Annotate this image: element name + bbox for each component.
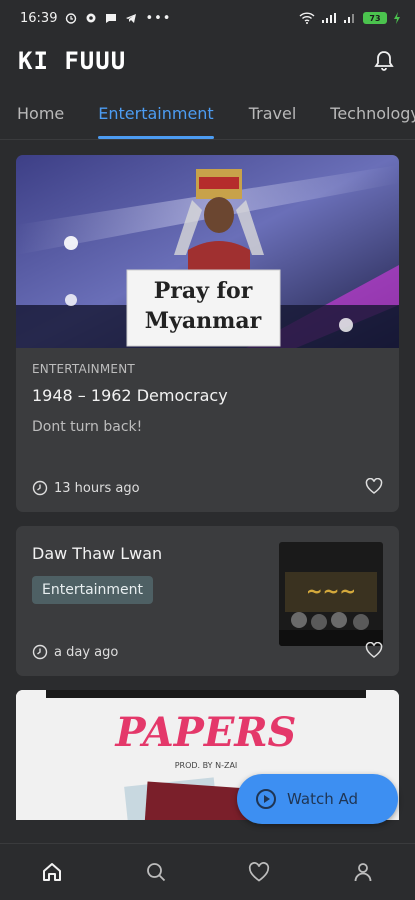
article-thumbnail: ~~~ (279, 542, 383, 646)
person-icon (354, 863, 372, 882)
tab-technology[interactable]: Technology (330, 92, 415, 139)
article-card[interactable]: Daw Thaw Lwan Entertainment ~~~ a day ag… (16, 526, 399, 676)
article-time: 13 hours ago (54, 480, 140, 496)
article-time: a day ago (54, 644, 119, 660)
clock-icon (32, 644, 48, 660)
app-bar: KI FUUU (0, 36, 415, 86)
signal-icon-2 (344, 14, 354, 23)
home-icon (42, 863, 61, 881)
cover-title: PAPERS (115, 709, 297, 756)
message-icon (106, 14, 117, 23)
heart-icon (249, 862, 270, 882)
tab-travel[interactable]: Travel (249, 92, 297, 139)
cover-credit: PROD. BY N-ZAI (175, 761, 238, 770)
nav-home[interactable] (28, 848, 76, 896)
settings-icon (86, 13, 96, 23)
favorite-button[interactable] (365, 477, 383, 498)
article-meta: 13 hours ago (32, 480, 140, 496)
alarm-icon (66, 13, 77, 24)
battery-indicator: 73 (363, 12, 387, 24)
nav-profile[interactable] (339, 848, 387, 896)
news-feed: Pray for Myanmar ENTERTAINMENT 1948 – 19… (16, 155, 399, 820)
charging-icon (394, 12, 400, 24)
svg-text:~~~: ~~~ (306, 579, 356, 603)
telegram-icon (126, 14, 137, 23)
tab-entertainment[interactable]: Entertainment (98, 92, 215, 139)
bell-icon (374, 51, 394, 71)
clock-icon (32, 480, 48, 496)
article-meta: a day ago (32, 644, 118, 660)
more-notifications-icon: ••• (145, 10, 172, 26)
heart-icon (365, 477, 383, 494)
watch-ad-button[interactable]: Watch Ad (237, 774, 398, 824)
play-circle-icon (256, 789, 276, 809)
wifi-icon (299, 12, 315, 24)
status-time: 16:39 (20, 10, 58, 26)
app-logo: KI FUUU (18, 47, 127, 75)
nav-favorites[interactable] (235, 848, 283, 896)
article-category: ENTERTAINMENT (32, 362, 135, 376)
search-icon (146, 863, 165, 882)
favorite-button[interactable] (365, 641, 383, 662)
article-subtitle: Dont turn back! (32, 419, 143, 435)
heart-icon (365, 641, 383, 658)
article-image: Pray for Myanmar (16, 155, 399, 348)
tab-home[interactable]: Home (17, 92, 64, 139)
nav-search[interactable] (132, 848, 180, 896)
status-bar: 16:39 ••• 73 (0, 0, 415, 36)
article-title: 1948 – 1962 Democracy (32, 386, 228, 405)
category-chip: Entertainment (32, 576, 154, 604)
sign-text-line1: Pray for (154, 278, 253, 304)
sign-text-line2: Myanmar (145, 308, 262, 334)
category-tabs: Home Entertainment Travel Technology (0, 92, 415, 140)
article-title: Daw Thaw Lwan (32, 544, 163, 563)
article-card[interactable]: Pray for Myanmar ENTERTAINMENT 1948 – 19… (16, 155, 399, 512)
signal-icon (322, 13, 336, 23)
notifications-button[interactable] (371, 48, 397, 74)
watch-ad-label: Watch Ad (287, 790, 358, 808)
bottom-navigation (0, 843, 415, 900)
